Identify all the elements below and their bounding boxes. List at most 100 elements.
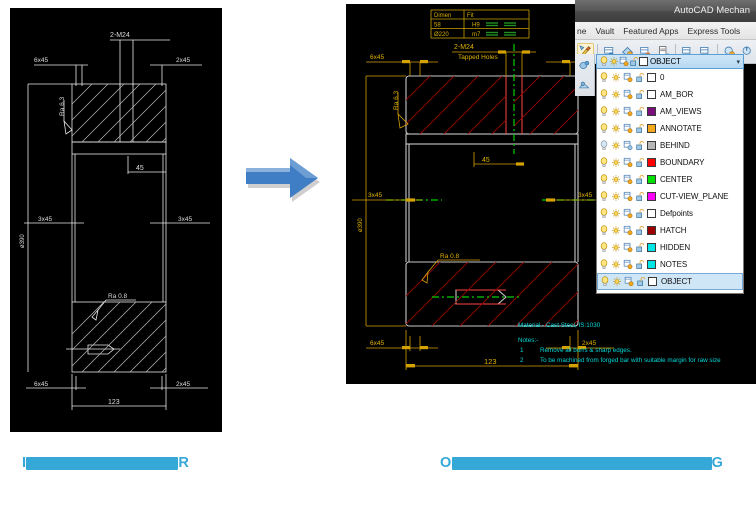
fit-table-fit-1: H9 bbox=[472, 23, 480, 29]
lightbulb-icon[interactable] bbox=[599, 191, 609, 202]
freeze-viewport-icon[interactable] bbox=[623, 174, 633, 185]
layer-color-swatch bbox=[647, 107, 656, 116]
sun-icon[interactable] bbox=[611, 259, 621, 270]
bore-boundary-lines bbox=[456, 76, 523, 305]
unlock-padlock-icon[interactable] bbox=[635, 72, 645, 83]
layer-row-center[interactable]: CENTER bbox=[597, 171, 743, 188]
freeze-viewport-icon[interactable] bbox=[623, 225, 633, 236]
sun-icon[interactable] bbox=[612, 276, 622, 287]
menu-item-online[interactable]: ne bbox=[577, 26, 586, 36]
freeze-viewport-icon[interactable] bbox=[623, 123, 633, 134]
freeze-viewport-icon[interactable] bbox=[623, 140, 633, 151]
sun-icon[interactable] bbox=[611, 72, 621, 83]
layer-row-defpoints[interactable]: Defpoints bbox=[597, 205, 743, 222]
unlock-padlock-icon[interactable] bbox=[635, 157, 645, 168]
layer-row-boundary[interactable]: BOUNDARY bbox=[597, 154, 743, 171]
unlock-padlock-icon[interactable] bbox=[635, 259, 645, 270]
lightbulb-icon[interactable] bbox=[599, 72, 609, 83]
unlock-padlock-icon[interactable] bbox=[635, 106, 645, 117]
window-title-bar: AutoCAD Mechan bbox=[575, 0, 756, 22]
unlock-padlock-icon[interactable] bbox=[635, 191, 645, 202]
output-dim-chamfer-mid-right: 3x45 bbox=[578, 192, 592, 199]
caption-input: IR bbox=[22, 455, 189, 471]
layer-name: 0 bbox=[660, 73, 665, 82]
freeze-viewport-icon[interactable] bbox=[623, 208, 633, 219]
unlock-padlock-icon[interactable] bbox=[635, 208, 645, 219]
input-dim-chamfer-bot-left: 6x45 bbox=[34, 381, 48, 388]
menu-item-vault[interactable]: Vault bbox=[595, 26, 614, 36]
sun-icon[interactable] bbox=[611, 140, 621, 151]
sun-icon[interactable] bbox=[611, 89, 621, 100]
layer-walk-icon[interactable] bbox=[576, 56, 593, 74]
fit-table-header-dimen: Dimen bbox=[434, 13, 451, 19]
freeze-viewport-icon[interactable] bbox=[623, 157, 633, 168]
unlock-padlock-icon[interactable] bbox=[629, 56, 639, 67]
lightbulb-icon[interactable] bbox=[599, 157, 609, 168]
layer-color-swatch bbox=[647, 90, 656, 99]
lightbulb-icon[interactable] bbox=[599, 56, 609, 67]
lightbulb-icon[interactable] bbox=[599, 259, 609, 270]
layer-row-am-views[interactable]: AM_VIEWS bbox=[597, 103, 743, 120]
freeze-viewport-icon[interactable] bbox=[623, 72, 633, 83]
menu-item-featured-apps[interactable]: Featured Apps bbox=[623, 26, 678, 36]
layer-row-am-bor[interactable]: AM_BOR bbox=[597, 86, 743, 103]
freeze-viewport-icon[interactable] bbox=[623, 89, 633, 100]
layer-row-annotate[interactable]: ANNOTATE bbox=[597, 120, 743, 137]
layer-name: CUT-VIEW_PLANE bbox=[660, 192, 729, 201]
layer-dropdown-list[interactable]: 0 AM_BOR AM_VIEWS ANNOTATE BEHIND BOUNDARY CEN… bbox=[596, 69, 744, 294]
freeze-viewport-icon[interactable] bbox=[623, 191, 633, 202]
layer-row-hatch[interactable]: HATCH bbox=[597, 222, 743, 239]
sun-icon[interactable] bbox=[611, 123, 621, 134]
sun-icon[interactable] bbox=[611, 106, 621, 117]
screenshot-root: 2-M24 6x45 2x45 45 3x45 3x45 6x45 2x45 1… bbox=[0, 0, 756, 525]
current-layer-combobox[interactable]: OBJECT ▾ bbox=[596, 54, 744, 69]
notes-material: Material - Cast Steel, IS:1030 bbox=[518, 322, 601, 329]
chevron-down-icon[interactable]: ▾ bbox=[736, 58, 741, 66]
notes-item-1-num: 1 bbox=[520, 347, 524, 354]
freeze-viewport-icon[interactable] bbox=[619, 56, 629, 67]
sun-icon[interactable] bbox=[611, 157, 621, 168]
freeze-viewport-icon[interactable] bbox=[624, 276, 634, 287]
layer-color-swatch bbox=[647, 226, 656, 235]
lightbulb-icon[interactable] bbox=[600, 276, 610, 287]
lightbulb-icon[interactable] bbox=[599, 106, 609, 117]
layer-row-notes[interactable]: NOTES bbox=[597, 256, 743, 273]
lightbulb-icon[interactable] bbox=[599, 208, 609, 219]
unlock-padlock-icon[interactable] bbox=[636, 276, 646, 287]
sun-icon[interactable] bbox=[609, 56, 619, 67]
input-drawing-svg: 2-M24 6x45 2x45 45 3x45 3x45 6x45 2x45 1… bbox=[20, 32, 210, 410]
notes-item-2-text: To be machined from forged bar with suit… bbox=[540, 357, 721, 364]
unlock-padlock-icon[interactable] bbox=[635, 123, 645, 134]
unlock-padlock-icon[interactable] bbox=[635, 242, 645, 253]
lightbulb-icon[interactable] bbox=[599, 140, 609, 151]
layer-row-0[interactable]: 0 bbox=[597, 69, 743, 86]
lightbulb-icon[interactable] bbox=[599, 225, 609, 236]
sun-icon[interactable] bbox=[611, 191, 621, 202]
unlock-padlock-icon[interactable] bbox=[635, 140, 645, 151]
unlock-padlock-icon[interactable] bbox=[635, 225, 645, 236]
input-dim-chamfer-bot-right: 2x45 bbox=[176, 381, 190, 388]
lightbulb-icon[interactable] bbox=[599, 174, 609, 185]
sun-icon[interactable] bbox=[611, 225, 621, 236]
lightbulb-icon[interactable] bbox=[599, 89, 609, 100]
layer-row-hidden[interactable]: HIDDEN bbox=[597, 239, 743, 256]
lightbulb-icon[interactable] bbox=[599, 123, 609, 134]
sun-icon[interactable] bbox=[611, 208, 621, 219]
fit-table-dimen-1: 58 bbox=[434, 23, 441, 29]
menu-item-express-tools[interactable]: Express Tools bbox=[688, 26, 741, 36]
unlock-padlock-icon[interactable] bbox=[635, 89, 645, 100]
layer-row-cut-view-plane[interactable]: CUT-VIEW_PLANE bbox=[597, 188, 743, 205]
layer-row-object[interactable]: OBJECT bbox=[597, 273, 743, 290]
unlock-padlock-icon[interactable] bbox=[635, 174, 645, 185]
freeze-viewport-icon[interactable] bbox=[623, 106, 633, 117]
sun-icon[interactable] bbox=[611, 242, 621, 253]
sun-icon[interactable] bbox=[611, 174, 621, 185]
freeze-viewport-icon[interactable] bbox=[623, 259, 633, 270]
layer-name: HATCH bbox=[660, 226, 687, 235]
freeze-viewport-icon[interactable] bbox=[623, 242, 633, 253]
layer-merge-icon[interactable] bbox=[576, 76, 593, 94]
window-title-text: AutoCAD Mechan bbox=[673, 5, 750, 16]
input-roughness-upper: Ra 6.3 bbox=[59, 96, 66, 116]
lightbulb-icon[interactable] bbox=[599, 242, 609, 253]
layer-row-behind[interactable]: BEHIND bbox=[597, 137, 743, 154]
